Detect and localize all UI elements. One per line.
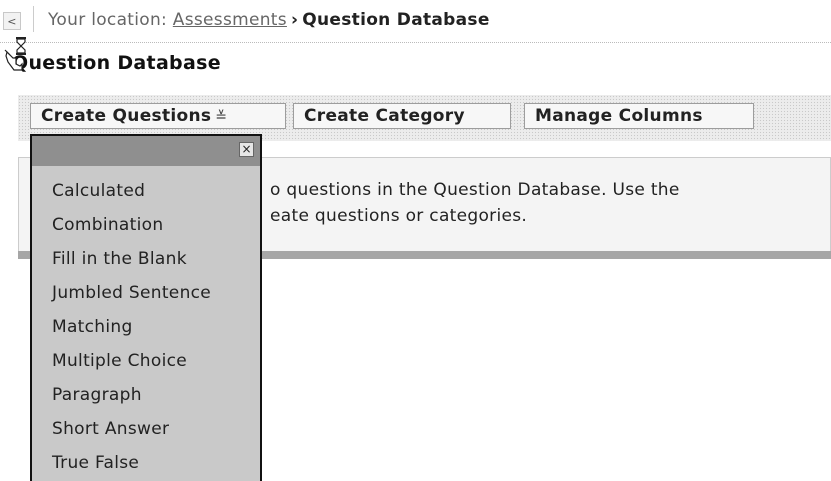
menu-item-matching[interactable]: Matching [32,310,260,344]
breadcrumb-current: Question Database [302,10,490,30]
empty-state-line: eate questions or categories. [270,206,528,226]
page-title: Question Database [12,52,221,74]
busy-hand-cursor-icon [4,37,26,71]
chevron-down-icon: ≚ [215,109,228,125]
menu-item-short-answer[interactable]: Short Answer [32,412,260,446]
breadcrumb-separator: › [290,10,299,30]
menu-item-jumbled-sentence[interactable]: Jumbled Sentence [32,276,260,310]
menu-item-calculated[interactable]: Calculated [32,174,260,208]
create-category-button[interactable]: Create Category [293,103,511,129]
breadcrumb: < Your location: Assessments › Question Da… [0,0,831,42]
create-questions-button[interactable]: Create Questions ≚ [30,103,286,129]
menu-item-true-false[interactable]: True False [32,446,260,480]
location-label: Your location: [48,10,168,30]
menu-item-paragraph[interactable]: Paragraph [32,378,260,412]
breadcrumb-link-assessments[interactable]: Assessments [173,10,287,30]
back-arrow-icon[interactable]: < [3,12,21,30]
question-type-list: Calculated Combination Fill in the Blank… [32,166,260,480]
empty-state-line: o questions in the Question Database. Us… [270,180,680,200]
empty-state-message: o questions in the Question Database. Us… [270,177,810,229]
menu-header: × [32,136,260,166]
menu-item-fill-in-the-blank[interactable]: Fill in the Blank [32,242,260,276]
breadcrumb-rule [0,42,831,43]
manage-columns-button[interactable]: Manage Columns [524,103,754,129]
create-questions-menu: × Calculated Combination Fill in the Bla… [30,134,262,481]
close-icon[interactable]: × [239,142,254,157]
menu-item-multiple-choice[interactable]: Multiple Choice [32,344,260,378]
menu-item-combination[interactable]: Combination [32,208,260,242]
breadcrumb-divider [33,6,34,32]
create-questions-label: Create Questions [41,106,212,126]
breadcrumb-trail: Your location: Assessments › Question Data… [48,10,490,30]
